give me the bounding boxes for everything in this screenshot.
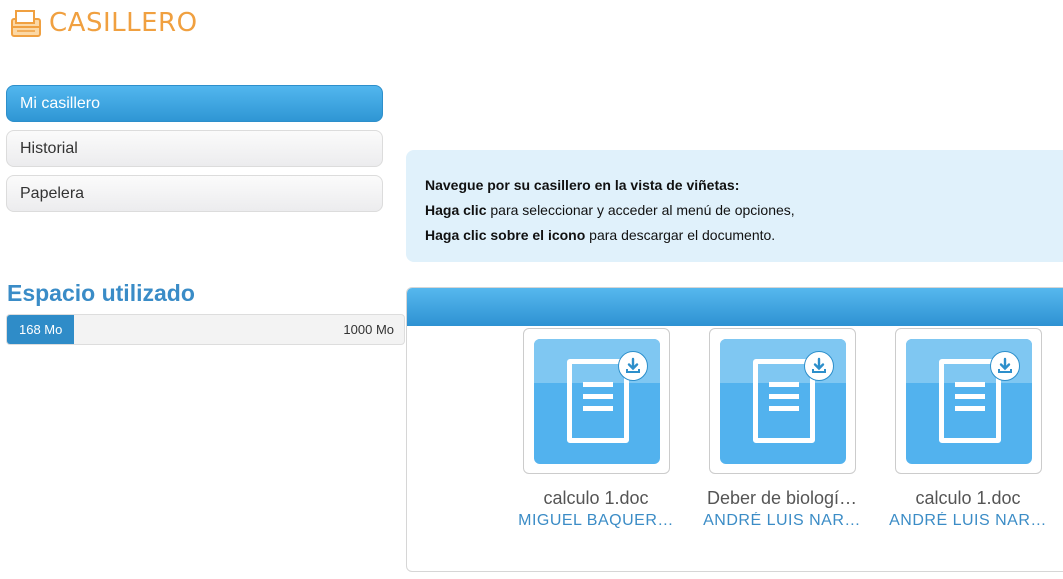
file-thumbnail[interactable] [708,328,856,474]
file-thumbnail[interactable] [894,328,1042,474]
file-name: Deber de biologí… [706,488,858,508]
file-card: calculo 1.doc MIGUEL BAQUER… [511,328,681,530]
info-line-2-bold: Haga clic [425,202,487,218]
info-line-3-text: para descargar el documento. [585,227,776,243]
storage-total-label: 1000 Mo [343,322,394,337]
file-owner[interactable]: ANDRÉ LUIS NAR… [697,512,867,530]
file-thumbnail[interactable] [522,328,670,474]
info-line-2-text: para seleccionar y acceder al menú de op… [486,202,795,218]
info-line-1-bold: Navegue por su casillero en la vista de … [425,177,740,193]
storage-used-label: 168 Mo [19,322,63,337]
sidebar-item-mi-casillero[interactable]: Mi casillero [6,85,383,122]
file-name: calculo 1.doc [915,488,1021,508]
app-title: CASILLERO [49,8,198,38]
files-panel-header [407,288,1063,326]
file-card: Deber de biologí… ANDRÉ LUIS NAR… [697,328,867,530]
info-box: Navegue por su casillero en la vista de … [406,150,1063,262]
download-icon[interactable] [989,351,1020,381]
sidebar-item-papelera[interactable]: Papelera [6,175,383,212]
sidebar-item-historial[interactable]: Historial [6,130,383,167]
storage-progress-bar: 168 Mo 1000 Mo [6,314,405,345]
app-logo: CASILLERO [9,6,198,40]
info-line-1: Navegue por su casillero en la vista de … [425,173,1063,198]
locker-tray-icon [11,10,41,37]
files-panel: calculo 1.doc MIGUEL BAQUER… Deber de bi… [406,287,1063,572]
download-icon[interactable] [803,351,834,381]
info-line-2: Haga clic para seleccionar y acceder al … [425,198,1063,223]
storage-used-fill: 168 Mo [7,315,74,344]
file-owner[interactable]: ANDRÉ LUIS NAR… [883,512,1053,530]
storage-title: Espacio utilizado [7,280,195,306]
info-line-3-bold: Haga clic sobre el icono [425,227,586,243]
download-icon[interactable] [617,351,648,381]
sidebar-nav: Mi casillero Historial Papelera [6,85,383,220]
file-owner[interactable]: MIGUEL BAQUER… [511,512,681,530]
info-line-3: Haga clic sobre el icono para descargar … [425,223,1063,248]
file-name: calculo 1.doc [543,488,649,508]
file-card: calculo 1.doc ANDRÉ LUIS NAR… [883,328,1053,530]
